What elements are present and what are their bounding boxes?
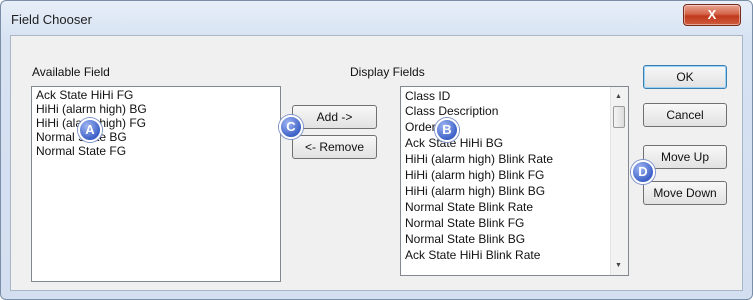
display-fields-list[interactable]: Class ID Class Description Order Ack Sta…	[400, 86, 629, 276]
available-field-list[interactable]: Ack State HiHi FG HiHi (alarm high) BG H…	[31, 86, 281, 282]
list-item[interactable]: Ack State HiHi FG	[36, 88, 133, 102]
callout-a: A	[78, 118, 102, 142]
field-chooser-dialog: Field Chooser X Available Field Display …	[0, 0, 753, 300]
list-item[interactable]: HiHi (alarm high) Blink BG	[405, 184, 545, 198]
list-item[interactable]: Normal State Blink BG	[405, 232, 525, 246]
move-up-button[interactable]: Move Up	[643, 145, 727, 169]
available-field-label: Available Field	[32, 65, 110, 79]
move-down-button[interactable]: Move Down	[643, 181, 727, 205]
callout-c: C	[279, 115, 303, 139]
callout-d: D	[631, 160, 655, 184]
close-icon: X	[707, 7, 717, 22]
scroll-up-arrow-icon[interactable]: ▲	[615, 93, 622, 100]
add-button[interactable]: Add ->	[292, 105, 377, 129]
list-item[interactable]: HiHi (alarm high) Blink FG	[405, 168, 544, 182]
close-button[interactable]: X	[683, 4, 741, 26]
cancel-button[interactable]: Cancel	[643, 103, 727, 127]
callout-b: B	[435, 118, 459, 142]
list-item[interactable]: Class ID	[405, 89, 450, 103]
list-item[interactable]: Class Description	[405, 104, 498, 118]
list-item[interactable]: Normal State FG	[36, 144, 126, 158]
title-bar: Field Chooser X	[1, 1, 752, 35]
dialog-body: Available Field Display Fields Ack State…	[10, 35, 743, 291]
list-item[interactable]: Normal State Blink FG	[405, 216, 524, 230]
list-item[interactable]: Order	[405, 120, 436, 134]
list-item[interactable]: HiHi (alarm high) BG	[36, 102, 147, 116]
scroll-thumb[interactable]	[613, 106, 625, 128]
dialog-title: Field Chooser	[11, 12, 92, 27]
ok-button[interactable]: OK	[643, 65, 727, 89]
vertical-scrollbar[interactable]: ▲ ▼	[610, 87, 628, 275]
remove-button[interactable]: <- Remove	[292, 135, 377, 159]
list-item[interactable]: Normal State Blink Rate	[405, 200, 533, 214]
list-item[interactable]: HiHi (alarm high) Blink Rate	[405, 152, 553, 166]
display-fields-label: Display Fields	[350, 65, 425, 79]
scroll-down-arrow-icon[interactable]: ▼	[615, 262, 622, 269]
list-item[interactable]: Ack State HiHi Blink Rate	[405, 248, 540, 262]
